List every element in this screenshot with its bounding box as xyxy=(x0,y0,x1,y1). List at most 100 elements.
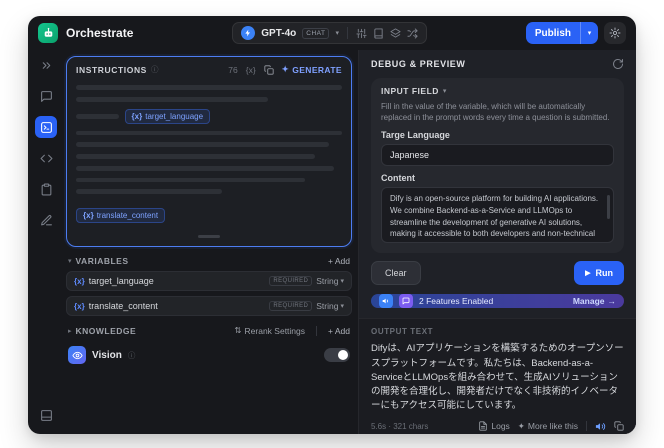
run-button[interactable]: ▶ Run xyxy=(574,261,624,286)
page-background: Orchestrate GPT-4o CHAT ▾ Publish ▾ INST… xyxy=(0,0,664,448)
play-icon: ▶ xyxy=(585,270,591,278)
chevron-down-icon: ▾ xyxy=(340,303,344,310)
sidebar-item-logs[interactable] xyxy=(35,178,57,200)
variable-row-target-language[interactable]: {x} target_language REQUIRED String ▾ xyxy=(66,271,352,291)
variable-row-translate-content[interactable]: {x} translate_content REQUIRED String ▾ xyxy=(66,296,352,316)
output-title: OUTPUT TEXT xyxy=(371,327,434,337)
target-language-input[interactable]: Japanese xyxy=(381,144,614,167)
required-badge: REQUIRED xyxy=(269,301,313,311)
generate-label: GENERATE xyxy=(292,64,342,75)
instructions-panel[interactable]: INSTRUCTIONS ⓘ 76 {x} ✦ GENERATE {x} tar… xyxy=(66,56,352,247)
skeleton-line xyxy=(76,165,335,171)
skeleton-line xyxy=(76,154,316,159)
skeleton-line xyxy=(76,113,119,119)
instructions-header: INSTRUCTIONS ⓘ 76 {x} ✦ GENERATE xyxy=(67,57,351,79)
variable-chip-target-language[interactable]: {x} target_language xyxy=(124,108,211,124)
add-knowledge-button[interactable]: + Add xyxy=(328,326,350,336)
more-like-this-label: More like this xyxy=(527,421,578,432)
app-window: Orchestrate GPT-4o CHAT ▾ Publish ▾ INST… xyxy=(28,16,636,434)
variable-name: target_language xyxy=(88,276,154,286)
model-name: GPT-4o xyxy=(261,27,297,39)
publish-chevron-down-icon[interactable]: ▾ xyxy=(580,22,598,44)
instructions-char-count: 76 xyxy=(228,64,238,75)
sidebar-item-chat[interactable] xyxy=(35,85,57,107)
skeleton-line xyxy=(76,142,329,148)
skeleton-line xyxy=(76,96,268,102)
rerank-label: Rerank Settings xyxy=(244,325,306,336)
logs-button[interactable]: Logs xyxy=(478,421,510,431)
vision-eye-icon xyxy=(68,346,86,364)
input-field-card: INPUT FIELD ▾ Fill in the value of the v… xyxy=(371,78,624,254)
vision-toggle[interactable] xyxy=(324,348,350,362)
clear-label: Clear xyxy=(385,268,407,279)
copy-icon[interactable] xyxy=(614,421,624,431)
collapse-sidebar-icon[interactable] xyxy=(35,54,57,76)
speaker-icon[interactable] xyxy=(595,421,606,432)
variable-icon[interactable]: {x} xyxy=(246,65,256,75)
output-footer: 5.6s · 321 chars Logs ✦ More like this xyxy=(371,421,624,432)
input-field-description: Fill in the value of the variable, which… xyxy=(381,102,610,123)
topbar-actions: Publish ▾ xyxy=(525,22,626,44)
refresh-icon[interactable] xyxy=(612,58,624,70)
app-logo-robot-icon[interactable] xyxy=(38,23,58,43)
vision-feature-row: Vision ⓘ xyxy=(66,346,352,364)
skeleton-line xyxy=(76,177,305,183)
variable-type-select[interactable]: String ▾ xyxy=(316,276,344,286)
publish-label: Publish xyxy=(534,27,571,39)
topbar: Orchestrate GPT-4o CHAT ▾ Publish ▾ xyxy=(28,16,636,50)
manage-features-button[interactable]: Manage → xyxy=(573,296,616,306)
variable-type-select[interactable]: String ▾ xyxy=(316,301,344,311)
debug-header: DEBUG & PREVIEW xyxy=(371,58,624,70)
chevron-down-icon: ▾ xyxy=(340,278,344,285)
knowledge-title: KNOWLEDGE xyxy=(75,325,137,336)
clear-button[interactable]: Clear xyxy=(371,261,421,286)
content-value: Dify is an open-source platform for buil… xyxy=(390,194,599,242)
sidebar-item-code[interactable] xyxy=(35,147,57,169)
suggestion-feature-icon xyxy=(399,294,413,309)
variable-chip-translate-content[interactable]: {x} translate_content xyxy=(76,208,166,224)
input-field-collapse[interactable]: INPUT FIELD ▾ xyxy=(381,86,614,96)
more-like-this-button[interactable]: ✦ More like this xyxy=(518,421,578,432)
rerank-settings-button[interactable]: ⇅ Rerank Settings xyxy=(234,325,305,336)
features-enabled-bar[interactable]: 2 Features Enabled Manage → xyxy=(371,294,624,309)
prompt-book-icon[interactable] xyxy=(373,27,384,39)
instructions-editor[interactable]: {x} target_language {x} translate_conten… xyxy=(67,79,351,246)
shuffle-icon[interactable] xyxy=(407,27,418,39)
input-field-title: INPUT FIELD xyxy=(381,86,439,96)
rerank-icon: ⇅ xyxy=(234,325,242,335)
target-language-value: Japanese xyxy=(390,150,430,161)
output-text: Difyは、AIアプリケーションを構築するためのオープンソースプラットフォームで… xyxy=(371,343,624,412)
sidebar-item-orchestrate[interactable] xyxy=(35,116,57,138)
divider xyxy=(347,27,348,39)
variable-icon: {x} xyxy=(74,276,85,286)
arrow-right-icon: → xyxy=(607,296,617,307)
content-textarea[interactable]: Dify is an open-source platform for buil… xyxy=(381,187,614,244)
content-label: Content xyxy=(381,173,415,184)
info-icon: ⓘ xyxy=(150,65,159,74)
variables-header: ▾ VARIABLES + Add xyxy=(66,256,352,266)
toggle-knob xyxy=(338,350,348,360)
variables-title: VARIABLES xyxy=(75,256,129,266)
copy-icon[interactable] xyxy=(264,64,274,75)
variable-type-label: String xyxy=(316,301,339,311)
model-provider-icon xyxy=(241,26,256,40)
generate-button[interactable]: ✦ GENERATE xyxy=(282,64,342,75)
publish-button[interactable]: Publish ▾ xyxy=(525,22,598,44)
debug-actions: Clear ▶ Run xyxy=(371,261,624,286)
layers-icon[interactable] xyxy=(390,27,401,39)
model-selector[interactable]: GPT-4o CHAT ▾ xyxy=(232,22,427,44)
run-label: Run xyxy=(595,268,614,279)
app-settings-button[interactable] xyxy=(604,22,626,44)
add-variable-button[interactable]: + Add xyxy=(328,256,350,266)
resize-handle[interactable] xyxy=(198,235,220,238)
chevron-right-icon[interactable]: ▸ xyxy=(68,327,72,335)
layout-panel-icon[interactable] xyxy=(35,404,57,426)
chevron-down-icon[interactable]: ▾ xyxy=(68,257,72,265)
variable-name: translate_content xyxy=(88,301,158,311)
sidebar-item-annotation[interactable] xyxy=(35,209,57,231)
sparkle-icon: ✦ xyxy=(281,64,290,74)
required-badge: REQUIRED xyxy=(269,276,313,286)
variable-icon: {x} xyxy=(131,111,143,121)
model-params-sliders-icon[interactable] xyxy=(356,28,367,39)
model-mode-badge: CHAT xyxy=(302,27,330,39)
